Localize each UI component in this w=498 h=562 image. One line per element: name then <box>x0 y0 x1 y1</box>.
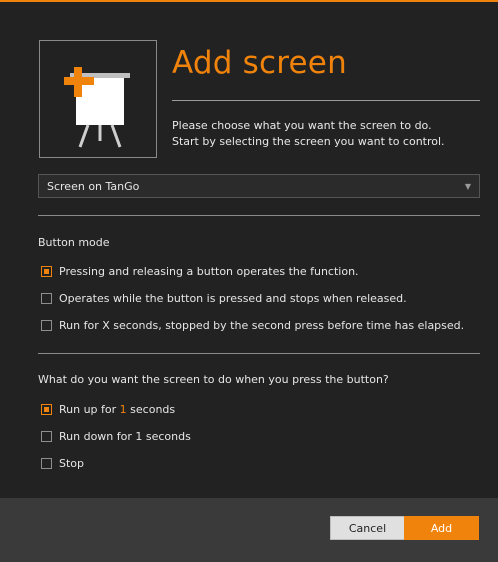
action-option-run-up[interactable]: Run up for 1 seconds <box>41 403 175 416</box>
chevron-down-icon: ▼ <box>464 181 471 191</box>
option-label: Run down for 1 seconds <box>59 430 191 443</box>
option-label: Stop <box>59 457 85 470</box>
option-label: Operates while the button is pressed and… <box>59 292 407 305</box>
screen-select-dropdown[interactable]: Screen on TanGo ▼ <box>38 174 480 198</box>
checkbox-checked[interactable] <box>41 266 52 277</box>
checkbox-unchecked[interactable] <box>41 293 52 304</box>
dialog-description: Please choose what you want the screen t… <box>172 118 482 150</box>
option-label: Run for X seconds, stopped by the second… <box>59 319 465 332</box>
add-screen-dialog: Add screen Please choose what you want t… <box>0 0 498 562</box>
checkbox-unchecked[interactable] <box>41 431 52 442</box>
section-divider-2 <box>38 353 480 354</box>
add-button[interactable]: Add <box>404 516 479 540</box>
screen-easel-add-icon <box>64 67 130 148</box>
option-label: Run up for 1 seconds <box>59 403 175 416</box>
option-label: Pressing and releasing a button operates… <box>59 265 359 278</box>
checkbox-checked[interactable] <box>41 404 52 415</box>
checkbox-unchecked[interactable] <box>41 458 52 469</box>
screen-select-value: Screen on TanGo <box>47 179 140 193</box>
hero-icon-frame <box>39 40 157 158</box>
description-line-1: Please choose what you want the screen t… <box>172 119 432 132</box>
run-up-seconds-value[interactable]: 1 <box>120 403 127 416</box>
action-question-label: What do you want the screen to do when y… <box>38 373 389 386</box>
dialog-title: Add screen <box>172 45 347 81</box>
run-up-suffix: seconds <box>126 403 176 416</box>
dialog-footer: Cancel Add <box>0 498 498 562</box>
button-mode-option-timed[interactable]: Run for X seconds, stopped by the second… <box>41 319 464 332</box>
title-divider <box>172 100 480 101</box>
button-mode-label: Button mode <box>38 236 110 249</box>
action-option-run-down[interactable]: Run down for 1 seconds <box>41 430 191 443</box>
button-mode-option-hold[interactable]: Operates while the button is pressed and… <box>41 292 407 305</box>
section-divider-1 <box>38 215 480 216</box>
description-line-2: Start by selecting the screen you want t… <box>172 135 445 148</box>
action-option-stop[interactable]: Stop <box>41 457 84 470</box>
button-mode-option-press-release[interactable]: Pressing and releasing a button operates… <box>41 265 359 278</box>
run-up-prefix: Run up for <box>59 403 120 416</box>
cancel-button[interactable]: Cancel <box>330 516 405 540</box>
checkbox-unchecked[interactable] <box>41 320 52 331</box>
